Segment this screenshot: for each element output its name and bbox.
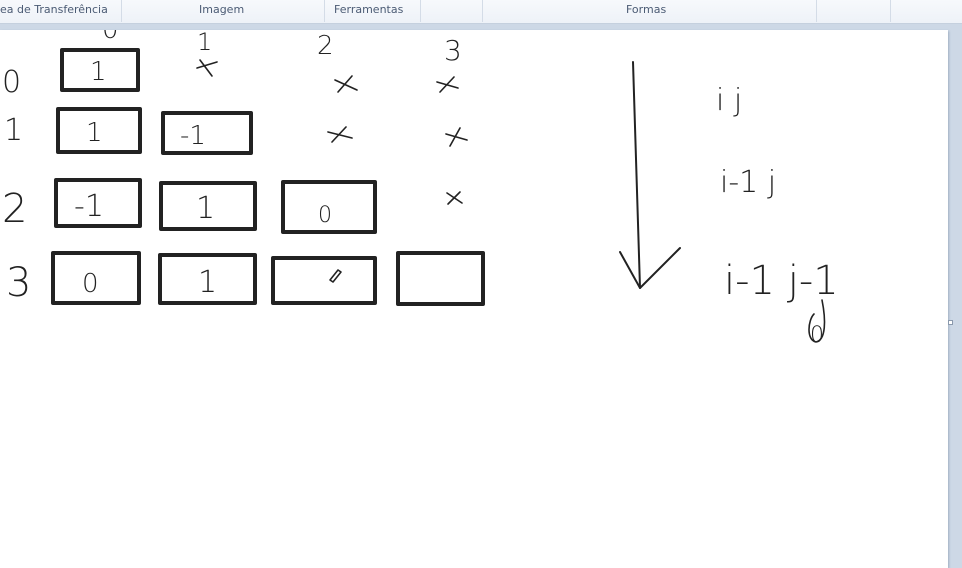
- group-label-shapes: Formas: [626, 3, 667, 16]
- ribbon-separator: [324, 0, 325, 22]
- drawing-canvas[interactable]: 0 1 2 3 0 1 2 3 1 1 -1 -1 1 0 0 1 i j i-…: [0, 30, 948, 568]
- note-i-j: i j: [716, 83, 742, 118]
- cell-value-2-1: 1: [196, 191, 215, 226]
- group-label-tools: Ferramentas: [334, 3, 404, 16]
- x-mark: [327, 126, 353, 143]
- x-mark: [196, 59, 218, 77]
- cell-value-3-1: 1: [198, 265, 217, 300]
- note-i-minus-1-j: i-1 j: [720, 165, 776, 200]
- cell-box-3-3: [396, 251, 485, 306]
- ribbon-group-labels: ea de Transferência Imagem Ferramentas F…: [0, 0, 962, 24]
- cell-box-3-2: [271, 256, 377, 305]
- down-arrow-shaft: [632, 61, 641, 289]
- group-label-image: Imagem: [199, 3, 245, 16]
- row-header-3: 3: [6, 260, 31, 306]
- cell-box-1-1: [161, 111, 253, 155]
- down-arrow-head: [619, 247, 681, 289]
- x-mark: [334, 75, 358, 93]
- pencil-icon: [329, 269, 342, 283]
- column-header-1: 1: [197, 30, 212, 56]
- cell-value-1-0: 1: [86, 118, 103, 148]
- canvas-workspace[interactable]: 0 1 2 3 0 1 2 3 1 1 -1 -1 1 0 0 1 i j i-…: [0, 25, 962, 568]
- ribbon-separator: [121, 0, 122, 22]
- cell-value-0-0: 1: [90, 57, 107, 87]
- canvas-resize-handle[interactable]: [948, 320, 953, 325]
- group-label-clipboard: ea de Transferência: [0, 3, 108, 16]
- x-mark: [445, 127, 468, 147]
- x-mark: [436, 76, 459, 93]
- row-header-0: 0: [2, 65, 21, 100]
- ribbon-separator: [890, 0, 891, 22]
- cell-value-2-0: -1: [74, 189, 104, 224]
- row-header-1: 1: [4, 113, 23, 148]
- note-j-below: 0: [810, 323, 824, 348]
- cell-value-3-0: 0: [82, 269, 99, 299]
- ribbon-separator: [482, 0, 483, 22]
- ribbon-separator: [816, 0, 817, 22]
- note-i-minus-1-j-minus-1: i-1 j-1: [724, 258, 839, 304]
- ribbon-separator: [420, 0, 421, 22]
- cell-value-2-2: 0: [318, 203, 332, 228]
- column-header-2: 2: [317, 31, 334, 61]
- cell-value-1-1: -1: [180, 121, 206, 151]
- row-header-2: 2: [2, 186, 27, 232]
- column-header-0: 0: [102, 30, 119, 45]
- x-mark: [446, 191, 463, 205]
- handwriting-layer: 0 1 2 3 0 1 2 3 1 1 -1 -1 1 0 0 1 i j i-…: [2, 30, 839, 348]
- column-header-3: 3: [444, 34, 462, 67]
